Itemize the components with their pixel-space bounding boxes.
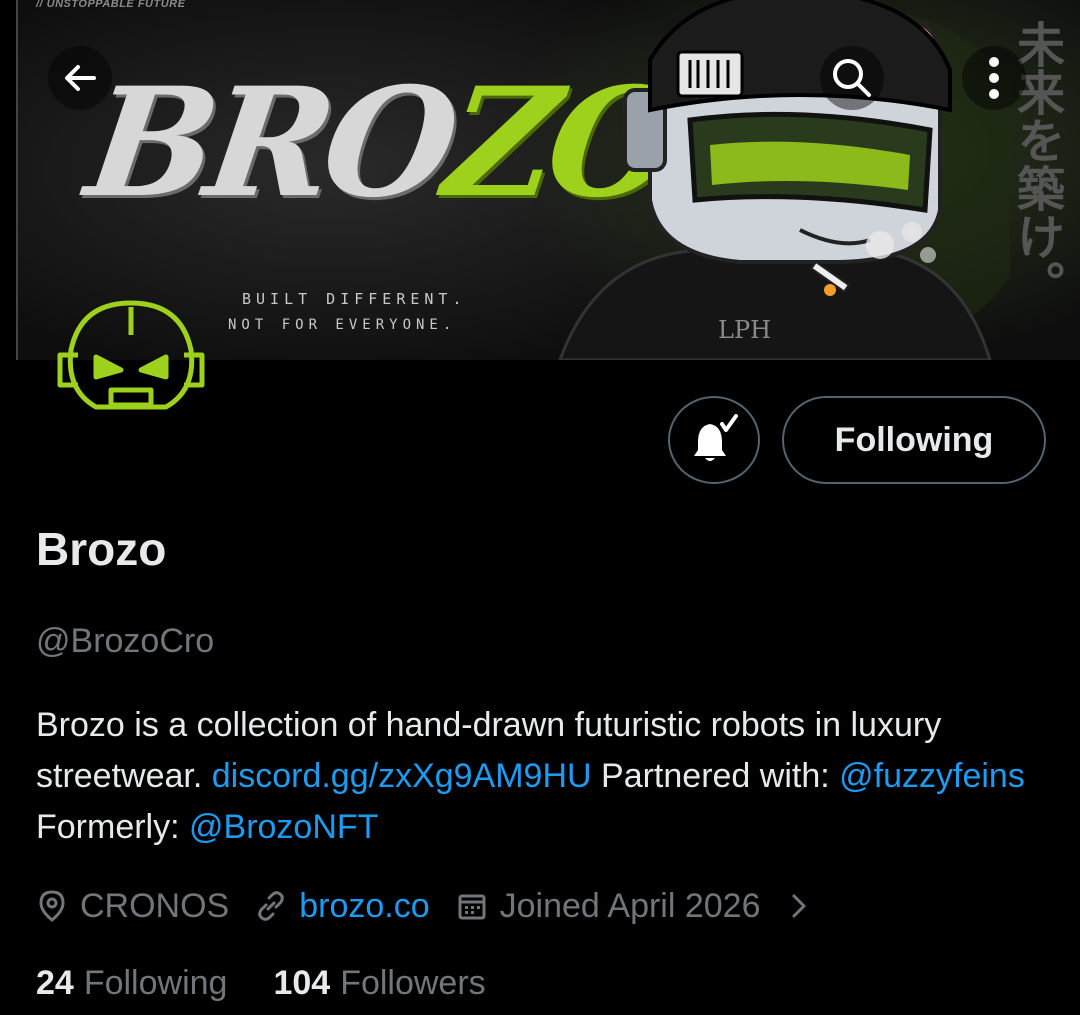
search-icon: [833, 59, 871, 97]
location: CRONOS: [36, 887, 229, 926]
back-button[interactable]: [48, 46, 112, 110]
robot-helmet-logo: [57, 300, 205, 410]
profile-meta: CRONOS brozo.co Joined April 2026: [36, 880, 849, 932]
location-text: CRONOS: [80, 886, 230, 925]
arrow-left-icon: [65, 65, 96, 91]
robot-illustration: LPH: [558, 0, 1010, 360]
bio-discord-link[interactable]: discord.gg/zxXg9AM9HU: [212, 757, 592, 795]
joined-text: Joined April 2026: [499, 886, 761, 925]
following-stat[interactable]: 24 Following: [36, 964, 227, 1003]
website[interactable]: brozo.co: [255, 887, 430, 926]
more-vertical-icon: [989, 57, 999, 99]
profile-bio: Brozo is a collection of hand-drawn futu…: [36, 700, 1046, 853]
banner-slogan-line2: NOT FOR EVERYONE.: [228, 317, 457, 333]
bell-check-icon: [694, 414, 738, 461]
website-link[interactable]: brozo.co: [299, 887, 429, 926]
followers-label: Followers: [340, 964, 486, 1002]
link-icon: [258, 891, 284, 921]
notifications-button[interactable]: [668, 396, 760, 484]
bio-text-2: Partnered with:: [591, 757, 840, 795]
followers-stat[interactable]: 104 Followers: [273, 964, 485, 1003]
more-options-button[interactable]: [962, 46, 1026, 110]
followers-count: 104: [273, 964, 331, 1002]
banner-edge: [16, 0, 18, 360]
bio-mention-brozonft[interactable]: @BrozoNFT: [189, 808, 378, 846]
banner-logo-part1: BRO: [77, 55, 461, 231]
user-handle: @BrozoCro: [36, 622, 215, 660]
bio-text-3: Formerly:: [36, 808, 189, 846]
search-button[interactable]: [820, 46, 884, 110]
banner-tagline: // UNSTOPPABLE FUTURE: [36, 0, 186, 10]
chevron-right-icon: [792, 894, 806, 918]
display-name: Brozo: [36, 523, 167, 575]
banner-slogan-line1: BUILT DIFFERENT.: [242, 290, 467, 308]
follow-stats: 24 Following 104 Followers: [36, 964, 532, 1003]
location-pin-icon: [39, 890, 65, 922]
following-label: Following: [83, 964, 228, 1002]
bio-mention-fuzzyfeins[interactable]: @fuzzyfeins: [839, 757, 1025, 795]
joined-date: Joined April 2026: [456, 887, 761, 926]
expand-meta-button[interactable]: [787, 890, 823, 922]
jacket-text: LPH: [718, 316, 771, 344]
following-count: 24: [36, 964, 74, 1002]
calendar-icon: [458, 894, 486, 920]
profile-avatar[interactable]: [52, 290, 210, 420]
following-button[interactable]: Following: [782, 396, 1046, 484]
